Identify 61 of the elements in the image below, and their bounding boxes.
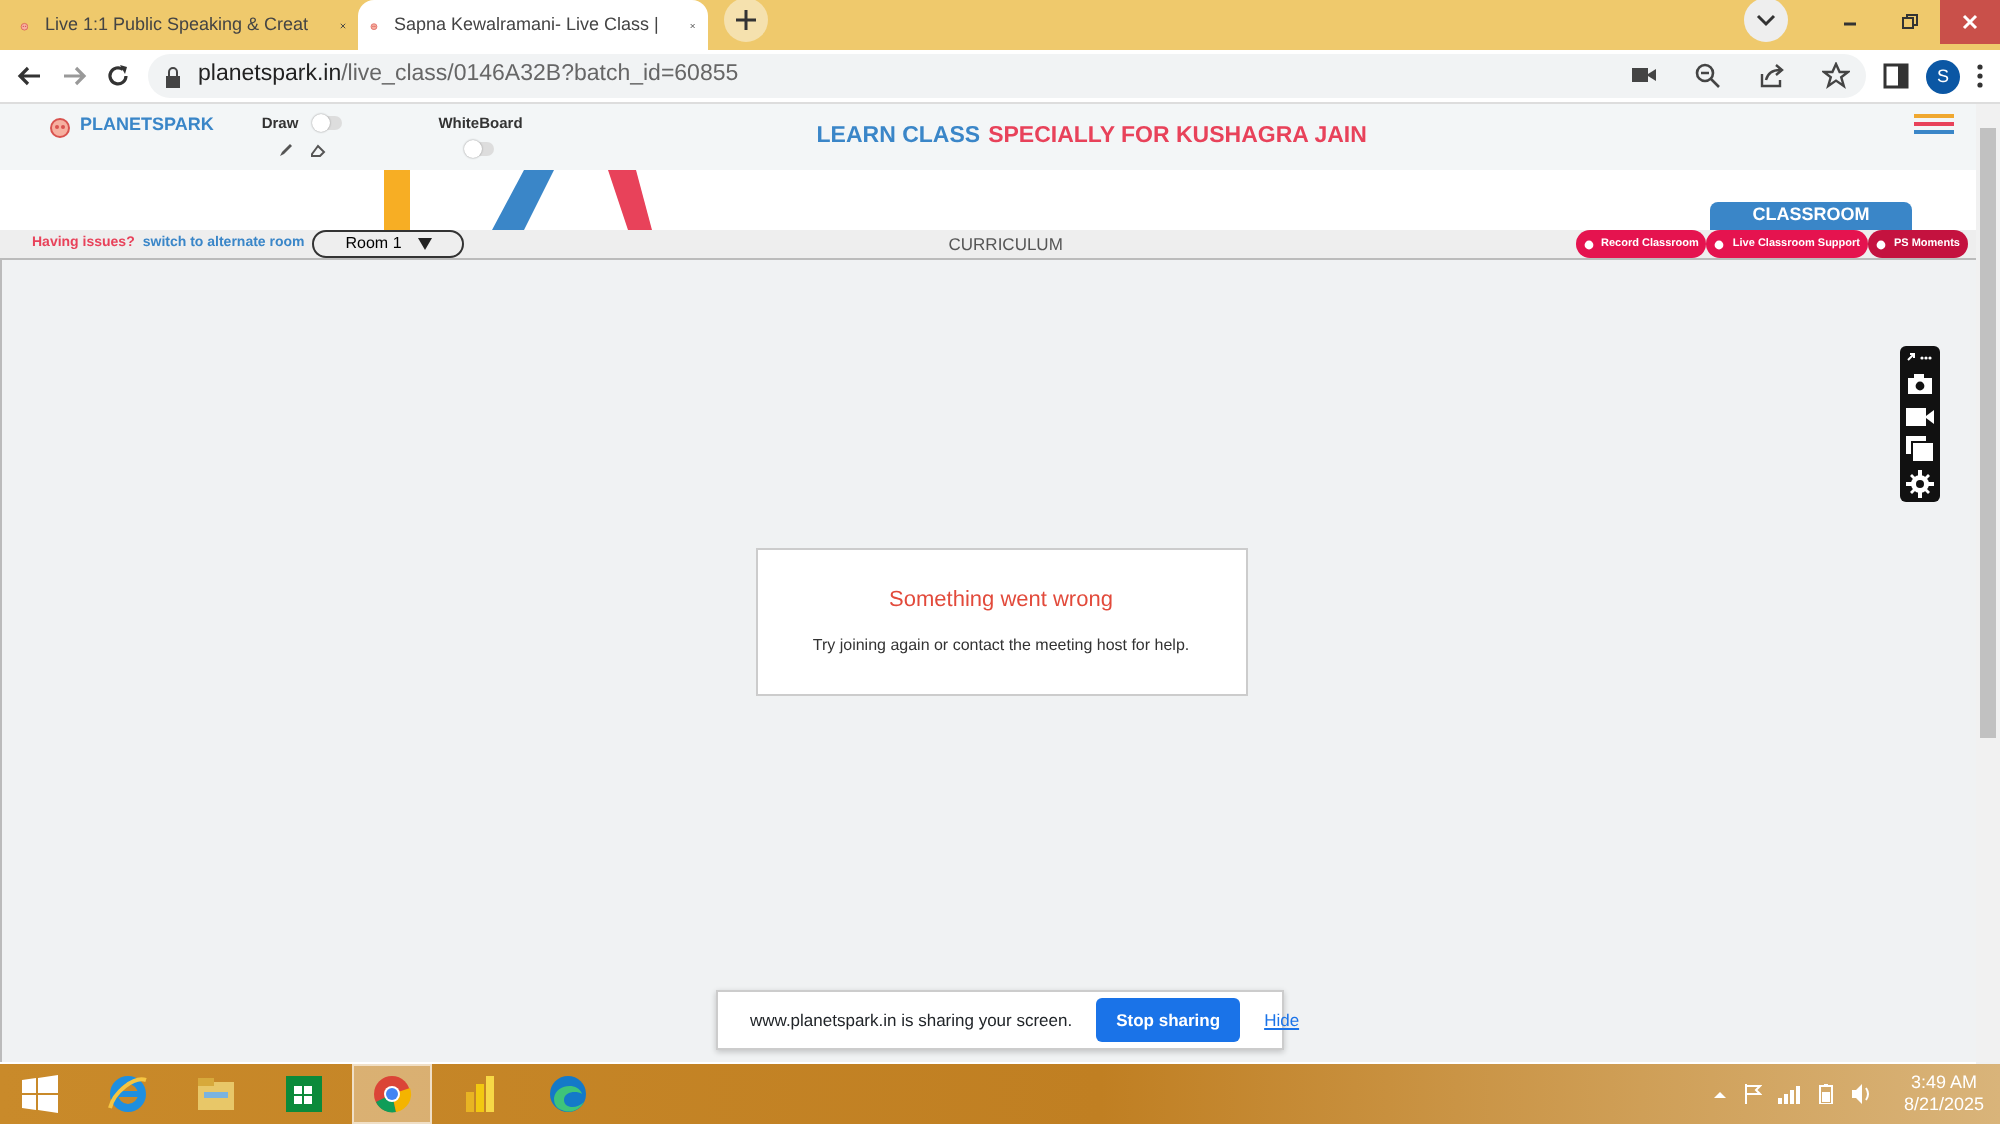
tab-search-button[interactable]	[1744, 0, 1788, 42]
lock-icon	[164, 65, 182, 87]
whiteboard-toggle[interactable]	[466, 142, 495, 157]
error-title: Something went wrong	[889, 586, 1113, 617]
browser-icon	[370, 1072, 414, 1116]
side-panel-icon[interactable]	[1882, 62, 1910, 90]
windows-logo-icon	[20, 1073, 60, 1114]
title-part: LEARN CLASS	[816, 122, 981, 152]
room-select[interactable]: Room 1	[312, 230, 465, 258]
tab-title: Live 1:1 Public Speaking & Creat	[44, 11, 309, 38]
record-icon	[1875, 239, 1886, 249]
star-icon[interactable]	[1822, 62, 1850, 90]
record-icon	[1583, 239, 1593, 249]
address-bar[interactable]: planetspark.in/live_class/0146A32B?batch_id=60855	[148, 54, 1866, 98]
url-text: planetspark.in/live_class/0146A32B?batch_id=60855	[198, 60, 739, 91]
menu-icon[interactable]	[1914, 114, 1954, 134]
browser-icon	[546, 1072, 590, 1116]
clock-time: 3:49 AM	[1908, 1072, 1979, 1094]
folder-icon	[194, 1072, 238, 1116]
stop-sharing-button[interactable]: Stop sharing	[1096, 998, 1241, 1042]
zoom-out-icon[interactable]	[1694, 62, 1722, 90]
clock-date: 8/21/2025	[1903, 1094, 1984, 1116]
browser-icon	[106, 1072, 150, 1116]
back-icon[interactable]	[16, 62, 44, 90]
chevron-down-icon	[1756, 10, 1776, 30]
profile-avatar[interactable]: S	[1926, 59, 1960, 93]
error-message: Try joining again or contact the meeting host for help.	[812, 633, 1190, 658]
taskbar-app[interactable]	[352, 1064, 432, 1124]
close-icon	[1960, 12, 1980, 32]
browser-tab[interactable]: Sapna Kewalramani- Live Class |	[358, 0, 708, 50]
chevron-up-icon[interactable]	[1711, 1086, 1728, 1102]
draw-toggle[interactable]	[314, 116, 343, 131]
camera-icon[interactable]	[1906, 372, 1934, 396]
copy-icon[interactable]	[1906, 436, 1934, 462]
classroom-tab[interactable]: CLASSROOM	[1710, 202, 1912, 230]
more-menu-icon[interactable]	[1976, 62, 1984, 90]
record-icon	[1714, 239, 1725, 249]
settings-icon[interactable]	[1906, 470, 1934, 498]
tab-title: Sapna Kewalramani- Live Class |	[393, 11, 659, 38]
share-icon[interactable]	[1758, 62, 1786, 90]
browser-tab[interactable]: Live 1:1 Public Speaking & Creat	[8, 0, 358, 50]
plus-icon	[736, 10, 756, 30]
eraser-icon[interactable]	[309, 142, 326, 159]
forward-icon[interactable]	[60, 62, 88, 90]
caret-down-icon	[417, 238, 432, 250]
new-tab-button[interactable]	[724, 0, 768, 42]
logo-text: PLANETSPARK	[80, 112, 214, 138]
collapse-icon[interactable]	[1906, 350, 1934, 364]
scrollbar-thumb[interactable]	[1980, 128, 1996, 738]
flag-icon[interactable]	[1743, 1084, 1762, 1104]
hide-link[interactable]: Hide	[1264, 1007, 1300, 1033]
window-close-button[interactable]	[1940, 0, 2000, 44]
video-camera-icon[interactable]	[1906, 404, 1934, 428]
pencil-icon[interactable]	[277, 142, 294, 159]
share-message: www.planetspark.in is sharing your screen.	[750, 1007, 1073, 1033]
reload-icon[interactable]	[104, 62, 132, 90]
restore-icon	[1900, 12, 1920, 32]
store-icon	[282, 1072, 326, 1116]
title-part: SPECIALLY FOR KUSHAGRA JAIN	[988, 122, 1367, 152]
curriculum-label[interactable]: CURRICULUM	[948, 231, 1063, 257]
logo-icon	[48, 113, 72, 138]
